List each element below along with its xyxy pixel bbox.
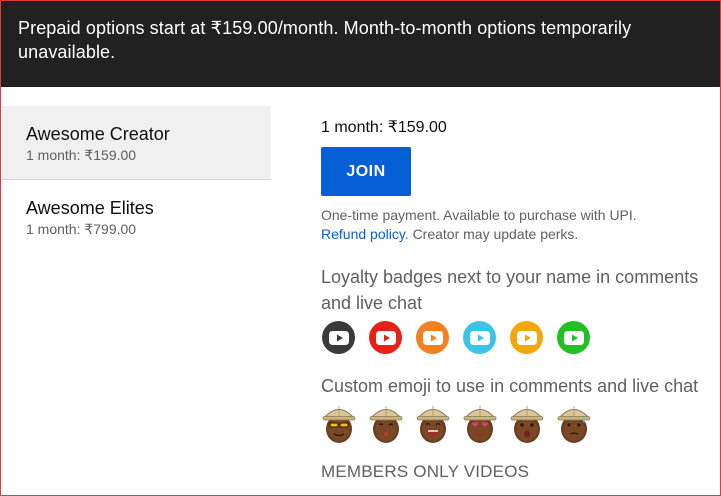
loyalty-badge-icon bbox=[510, 321, 543, 354]
emoji-row bbox=[321, 403, 711, 445]
loyalty-badge-icon bbox=[322, 321, 355, 354]
tier-price: 1 month: ₹799.00 bbox=[26, 221, 137, 237]
emoji-sweat-icon bbox=[556, 403, 592, 445]
tier-item-awesome-creator[interactable]: Awesome Creator 1 month: ₹159.00 bbox=[2, 106, 271, 180]
perk-custom-emoji: Custom emoji to use in comments and live… bbox=[321, 373, 711, 445]
emoji-heart-eyes-icon bbox=[462, 403, 498, 445]
tier-details: 1 month: ₹159.00 JOIN One-time payment. … bbox=[321, 117, 711, 483]
emoji-shocked-icon bbox=[509, 403, 545, 445]
payment-suffix: . Creator may update perks. bbox=[404, 226, 579, 242]
tier-list: Awesome Creator 1 month: ₹159.00 Awesome… bbox=[2, 106, 271, 254]
perk-loyalty-badges: Loyalty badges next to your name in comm… bbox=[321, 264, 711, 354]
tier-price-line: 1 month: ₹159.00 bbox=[321, 119, 447, 136]
perk-badges-title: Loyalty badges next to your name in comm… bbox=[321, 267, 699, 313]
tier-item-awesome-elites[interactable]: Awesome Elites 1 month: ₹799.00 bbox=[2, 180, 271, 254]
perk-videos-title: MEMBERS ONLY VIDEOS bbox=[321, 462, 530, 481]
loyalty-badge-icon bbox=[369, 321, 402, 354]
loyalty-badge-icon bbox=[557, 321, 590, 354]
tier-name: Awesome Elites bbox=[26, 198, 154, 218]
refund-policy-link[interactable]: Refund policy bbox=[321, 226, 405, 242]
banner-text: Prepaid options start at ₹159.00/month. … bbox=[18, 18, 632, 62]
perk-emoji-title: Custom emoji to use in comments and live… bbox=[321, 376, 699, 396]
badge-row bbox=[322, 321, 711, 354]
loyalty-badge-icon bbox=[416, 321, 449, 354]
emoji-kiss-icon bbox=[368, 403, 404, 445]
join-button[interactable]: JOIN bbox=[321, 147, 411, 196]
loyalty-badge-icon bbox=[463, 321, 496, 354]
tier-price: 1 month: ₹159.00 bbox=[26, 147, 137, 163]
emoji-laugh-icon bbox=[415, 403, 451, 445]
payment-text: One-time payment. Available to purchase … bbox=[321, 207, 637, 223]
notice-banner: Prepaid options start at ₹159.00/month. … bbox=[0, 0, 721, 87]
tier-name: Awesome Creator bbox=[26, 124, 170, 144]
emoji-sunglasses-icon bbox=[321, 403, 357, 445]
payment-info: One-time payment. Available to purchase … bbox=[321, 206, 711, 244]
